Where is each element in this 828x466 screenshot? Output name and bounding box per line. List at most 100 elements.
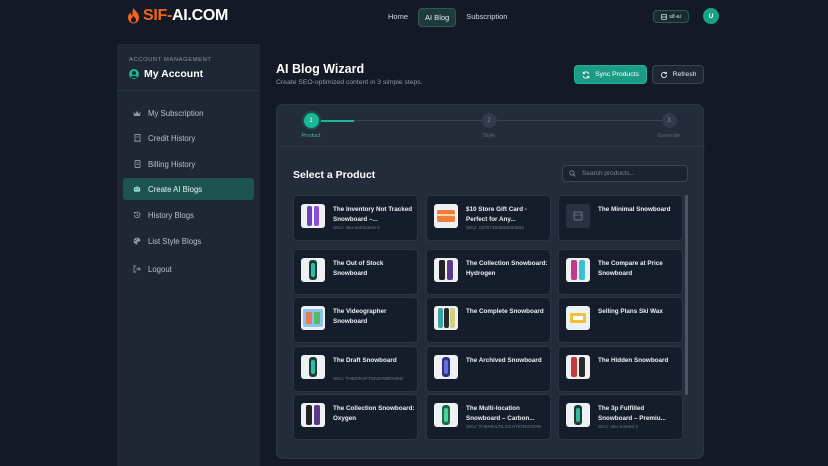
product-card[interactable]: Selling Plans Ski Wax — [558, 297, 683, 343]
refresh-button[interactable]: Refresh — [652, 65, 704, 84]
sidebar-item-label: My Subscription — [148, 108, 204, 118]
sidebar-item-billing-history[interactable]: Billing History — [123, 153, 254, 175]
sidebar-item-logout[interactable]: Logout — [123, 258, 254, 280]
product-card[interactable]: The Videographer Snowboard — [293, 297, 418, 343]
refresh-label: Refresh — [672, 71, 697, 78]
nav-link-subscription[interactable]: Subscription — [460, 8, 513, 27]
sidebar-item-my-subscription[interactable]: My Subscription — [123, 102, 254, 124]
product-title: The Hidden Snowboard — [598, 357, 669, 364]
wizard-stepper: 1 Product 2 Style 3 Generate — [277, 105, 705, 147]
product-title: The Minimal Snowboard — [598, 206, 671, 213]
brand-logo[interactable]: SIF-AI.COM — [127, 7, 228, 25]
site-badge-label: sif-ai — [669, 13, 681, 20]
product-card[interactable]: The Draft Snowboard SKU: THEDRAFTSNOWBOAR… — [293, 346, 418, 392]
logout-icon — [133, 265, 141, 273]
step-label: Style — [482, 133, 496, 139]
sidebar-divider — [117, 90, 260, 91]
product-thumbnail — [301, 403, 325, 427]
flame-logo-icon — [128, 8, 139, 24]
product-card[interactable]: The Out of Stock Snowboard — [293, 249, 418, 295]
sync-products-button[interactable]: Sync Products — [574, 65, 647, 84]
product-sku: SKU: sku-hosted-1 — [598, 425, 639, 430]
product-title: The Archived Snowboard — [466, 357, 542, 364]
step-style[interactable]: 2 Style — [469, 113, 509, 139]
product-title: The Complete Snowboard — [466, 308, 544, 315]
product-thumbnail — [301, 355, 325, 379]
top-navbar: SIF-AI.COM Home AI Blog Subscription sif… — [0, 0, 828, 34]
search-icon — [569, 170, 576, 177]
crown-icon — [133, 109, 141, 117]
product-title: The Out of Stock Snowboard — [333, 260, 384, 277]
page-subtitle: Create SEO-optimized content in 3 simple… — [276, 79, 423, 86]
step-number: 2 — [481, 113, 497, 128]
product-thumbnail — [566, 306, 590, 330]
product-thumbnail — [566, 258, 590, 282]
robot-icon — [133, 185, 141, 193]
step-number: 3 — [661, 113, 677, 128]
page-title: AI Blog Wizard — [276, 62, 365, 76]
product-title: The Videographer Snowboard — [333, 308, 387, 325]
step-generate[interactable]: 3 Generate — [649, 113, 689, 139]
product-card[interactable]: The 3p Fulfilled Snowboard – Premiu... SK… — [558, 394, 683, 440]
sidebar-item-label: History Blogs — [148, 210, 194, 220]
search-placeholder: Search products... — [582, 170, 635, 177]
user-avatar[interactable]: U — [703, 8, 719, 24]
sidebar-item-credit-history[interactable]: Credit History — [123, 127, 254, 149]
product-title: The Collection Snowboard: Hydrogen — [466, 260, 548, 277]
step-label: Generate — [657, 133, 681, 139]
product-sku: SKU: THEDRAFTSNOWBOARD — [333, 377, 404, 382]
image-placeholder-icon — [566, 204, 590, 228]
sidebar-item-label: Logout — [148, 264, 172, 274]
sync-icon — [582, 70, 590, 79]
product-card[interactable]: The Collection Snowboard: Oxygen — [293, 394, 418, 440]
product-title: The Inventory Not Tracked Snowboard –... — [333, 206, 413, 223]
sidebar-item-label: List Style Blogs — [148, 236, 202, 246]
product-card[interactable]: The Multi-location Snowboard – Carbon...… — [426, 394, 551, 440]
product-card[interactable]: The Collection Snowboard: Hydrogen — [426, 249, 551, 295]
product-thumbnail — [434, 355, 458, 379]
wizard-card: 1 Product 2 Style 3 Generate Select a Pr… — [276, 104, 705, 459]
product-thumbnail — [566, 355, 590, 379]
database-icon — [661, 13, 668, 20]
product-title: The Multi-location Snowboard – Carbon... — [466, 405, 535, 422]
product-thumbnail — [434, 306, 458, 330]
product-card[interactable]: The Complete Snowboard — [426, 297, 551, 343]
product-grid: The Inventory Not Tracked Snowboard –...… — [293, 195, 689, 447]
sidebar: ACCOUNT MANAGEMENT My Account My Subscri… — [117, 44, 260, 466]
product-title: Selling Plans Ski Wax — [598, 308, 663, 315]
search-input[interactable]: Search products... — [562, 165, 688, 182]
product-card[interactable]: The Compare at Price Snowboard — [558, 249, 683, 295]
product-thumbnail — [434, 258, 458, 282]
step-product[interactable]: 1 Product — [291, 113, 331, 139]
sidebar-item-create-ai-blogs[interactable]: Create AI Blogs — [123, 178, 254, 200]
receipt-icon — [133, 134, 141, 142]
brand-name: SIF-AI.COM — [143, 7, 229, 24]
step-number: 1 — [303, 113, 319, 128]
product-sku: SKU: THEMULTILOCATIONSNOW — [466, 425, 542, 430]
product-sku: SKU: 15797464508032632 — [466, 226, 524, 231]
history-icon — [133, 211, 141, 219]
nav-link-home[interactable]: Home — [382, 8, 414, 27]
document-icon — [133, 160, 141, 168]
account-title: My Account — [144, 68, 204, 80]
sidebar-item-label: Credit History — [148, 133, 196, 143]
sync-products-label: Sync Products — [595, 71, 639, 78]
account-heading: My Account — [129, 68, 203, 80]
product-card[interactable]: $10 Store Gift Card - Perfect for Any...… — [426, 195, 551, 241]
product-card[interactable]: The Minimal Snowboard — [558, 195, 683, 241]
refresh-icon — [660, 71, 667, 78]
palette-icon — [133, 237, 141, 245]
product-card[interactable]: The Inventory Not Tracked Snowboard –...… — [293, 195, 418, 241]
product-card[interactable]: The Hidden Snowboard — [558, 346, 683, 392]
product-card[interactable]: The Archived Snowboard — [426, 346, 551, 392]
sidebar-item-list-style-blogs[interactable]: List Style Blogs — [123, 230, 254, 252]
product-title: The 3p Fulfilled Snowboard – Premiu... — [598, 405, 666, 422]
product-title: $10 Store Gift Card - Perfect for Any... — [466, 206, 527, 223]
site-badge[interactable]: sif-ai — [653, 10, 689, 23]
grid-scrollbar[interactable] — [685, 195, 688, 395]
product-title: The Collection Snowboard: Oxygen — [333, 405, 415, 422]
nav-link-ai-blog[interactable]: AI Blog — [418, 8, 457, 27]
sidebar-item-history-blogs[interactable]: History Blogs — [123, 204, 254, 226]
product-thumbnail — [434, 204, 458, 228]
sidebar-item-label: Billing History — [148, 159, 196, 169]
